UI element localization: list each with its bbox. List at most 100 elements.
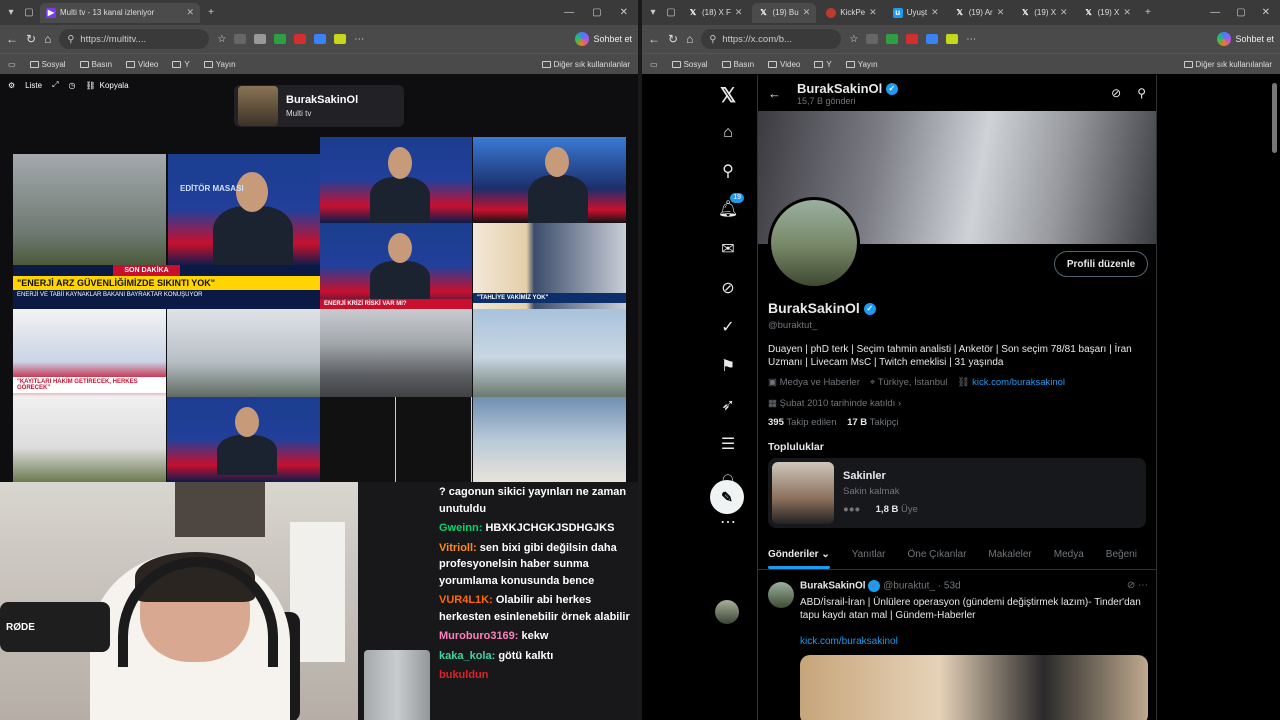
verified-icon[interactable]: ✓: [716, 315, 740, 339]
extension-icon[interactable]: [314, 34, 327, 44]
tab-posts[interactable]: Gönderiler ⌄: [768, 549, 830, 569]
stream-tile[interactable]: [320, 137, 472, 223]
extension-icon[interactable]: [926, 34, 939, 44]
search-icon[interactable]: ⚲: [716, 159, 740, 183]
fullscreen-button[interactable]: ⤢: [52, 80, 58, 90]
tab-media[interactable]: Medya: [1054, 549, 1084, 560]
extension-icon[interactable]: [906, 34, 919, 44]
menu-icon[interactable]: ▾: [646, 6, 660, 20]
stream-tile[interactable]: ENERJİ KRİZİ RİSKİ VAR MI?: [320, 223, 472, 309]
account-avatar[interactable]: [715, 600, 739, 624]
home-icon[interactable]: ⌂: [716, 121, 740, 145]
tab[interactable]: 𝕏 (19) X ✕: [1078, 3, 1137, 23]
stream-tile[interactable]: "KAYITLARI HAKİM GETİRECEK, HERKES GÖREC…: [13, 309, 166, 397]
bookmark-other[interactable]: Diğer sık kullanılanlar: [1183, 60, 1272, 69]
extension-icon[interactable]: [886, 34, 899, 44]
bookmark-yayin[interactable]: Yayın: [845, 60, 878, 69]
tweet-author[interactable]: BurakSakinOl: [800, 581, 866, 592]
channel-card[interactable]: BurakSakinOl Multi tv: [234, 85, 404, 127]
lists-icon[interactable]: ☰: [716, 432, 740, 456]
url-field[interactable]: ⚲ https://x.com/b...: [701, 29, 842, 49]
bookmark-video[interactable]: Video: [126, 60, 158, 69]
search-icon[interactable]: ⚲: [1137, 86, 1146, 100]
reading-list-icon[interactable]: ▭: [8, 60, 16, 69]
chat-username[interactable]: kaka_kola:: [439, 650, 495, 662]
stream-tile[interactable]: [473, 137, 626, 223]
tab[interactable]: u Uyuşt ✕: [887, 3, 945, 23]
menu-icon[interactable]: ▾: [4, 6, 18, 20]
jobs-icon[interactable]: ➶: [716, 393, 740, 417]
copilot-button[interactable]: Sohbet et: [1217, 32, 1274, 46]
edit-profile-button[interactable]: Profili düzenle: [1054, 251, 1148, 277]
tab[interactable]: KickPe ✕: [820, 3, 882, 23]
back-arrow-icon[interactable]: ←: [768, 86, 781, 101]
copilot-button[interactable]: Sohbet et: [575, 32, 632, 46]
bookmarks-icon[interactable]: ⚑: [716, 354, 740, 378]
notifications-icon[interactable]: 🔔︎ 19: [716, 193, 744, 221]
profile-photo[interactable]: [768, 197, 860, 289]
bookmark-sosyal[interactable]: Sosyal: [671, 60, 708, 69]
stream-tile[interactable]: [13, 397, 166, 482]
community-card[interactable]: Sakinler Sakin kalmak ●●● 1,8 B Üye: [768, 458, 1146, 528]
chat-username[interactable]: Muroburo3169:: [439, 630, 518, 642]
collections-icon[interactable]: ▢: [664, 6, 678, 20]
new-tab-icon[interactable]: +: [1141, 6, 1155, 20]
stream-tile[interactable]: [320, 309, 472, 397]
back-icon[interactable]: ←: [6, 32, 18, 46]
minimize-icon[interactable]: —: [1210, 7, 1220, 18]
extension-icon[interactable]: [234, 34, 247, 44]
stream-tile[interactable]: [473, 309, 626, 397]
extension-icon[interactable]: [274, 34, 287, 44]
tweet-media[interactable]: [800, 655, 1148, 720]
x-logo-icon[interactable]: 𝕏: [716, 83, 740, 107]
tab[interactable]: 𝕏 (18) X F ✕: [682, 3, 748, 23]
tweet-link[interactable]: kick.com/buraksakinol: [800, 636, 1148, 647]
bookmark-y[interactable]: Y: [814, 60, 832, 69]
bookmark-video[interactable]: Video: [768, 60, 800, 69]
reading-list-icon[interactable]: ▭: [650, 60, 658, 69]
new-tab-icon[interactable]: +: [204, 6, 218, 20]
settings-button[interactable]: ⚙: [8, 81, 15, 90]
more-icon[interactable]: ⋯: [966, 34, 976, 45]
home-icon[interactable]: ⌂: [686, 32, 693, 46]
minimize-icon[interactable]: —: [564, 7, 574, 18]
tab[interactable]: 𝕏 (19) Ar ✕: [949, 3, 1011, 23]
stream-tile[interactable]: [320, 397, 472, 482]
url-field[interactable]: ⚲ https://multitv....: [59, 29, 210, 49]
messages-icon[interactable]: ✉: [716, 237, 740, 261]
favorite-star-icon[interactable]: ☆: [217, 34, 226, 45]
bookmark-basin[interactable]: Basın: [721, 60, 754, 69]
close-tab-icon[interactable]: ✕: [186, 7, 194, 18]
tweet-more-icon[interactable]: ⊘ ⋯: [1127, 580, 1148, 591]
extension-icon[interactable]: [946, 34, 959, 44]
history-button[interactable]: ◷: [68, 81, 75, 90]
tweet-avatar[interactable]: [768, 582, 794, 608]
followers-link[interactable]: 17 B Takipçi: [847, 417, 899, 428]
collections-icon[interactable]: ▢: [22, 6, 36, 20]
favorite-star-icon[interactable]: ☆: [849, 34, 858, 45]
stream-tile[interactable]: EDİTÖR MASASI: [168, 154, 320, 266]
bookmark-basin[interactable]: Basın: [79, 60, 112, 69]
stream-tile[interactable]: [167, 309, 320, 397]
extension-icon[interactable]: [254, 34, 267, 44]
chat-username[interactable]: bukuldun: [439, 669, 489, 681]
maximize-icon[interactable]: ▢: [592, 7, 601, 18]
tab-replies[interactable]: Yanıtlar: [852, 549, 886, 560]
reload-icon[interactable]: ↻: [668, 32, 678, 46]
home-icon[interactable]: ⌂: [44, 32, 51, 46]
post-button[interactable]: ✎: [710, 480, 744, 514]
extension-icon[interactable]: [294, 34, 307, 44]
stream-tile[interactable]: [167, 397, 320, 482]
more-icon[interactable]: ⋯: [354, 34, 364, 45]
maximize-icon[interactable]: ▢: [1236, 7, 1245, 18]
site-info-icon[interactable]: ⚲: [67, 34, 74, 45]
tab-active[interactable]: 𝕏 (19) Bu ✕: [752, 2, 817, 23]
following-link[interactable]: 395 Takip edilen: [768, 417, 837, 428]
bookmark-other[interactable]: Diğer sık kullanılanlar: [541, 60, 630, 69]
close-window-icon[interactable]: ✕: [1262, 7, 1270, 18]
stream-tile[interactable]: [13, 154, 166, 266]
list-button[interactable]: Liste: [25, 81, 42, 90]
back-icon[interactable]: ←: [648, 32, 660, 46]
chat-username[interactable]: Gweinn:: [439, 522, 482, 534]
bookmark-yayin[interactable]: Yayın: [203, 60, 236, 69]
